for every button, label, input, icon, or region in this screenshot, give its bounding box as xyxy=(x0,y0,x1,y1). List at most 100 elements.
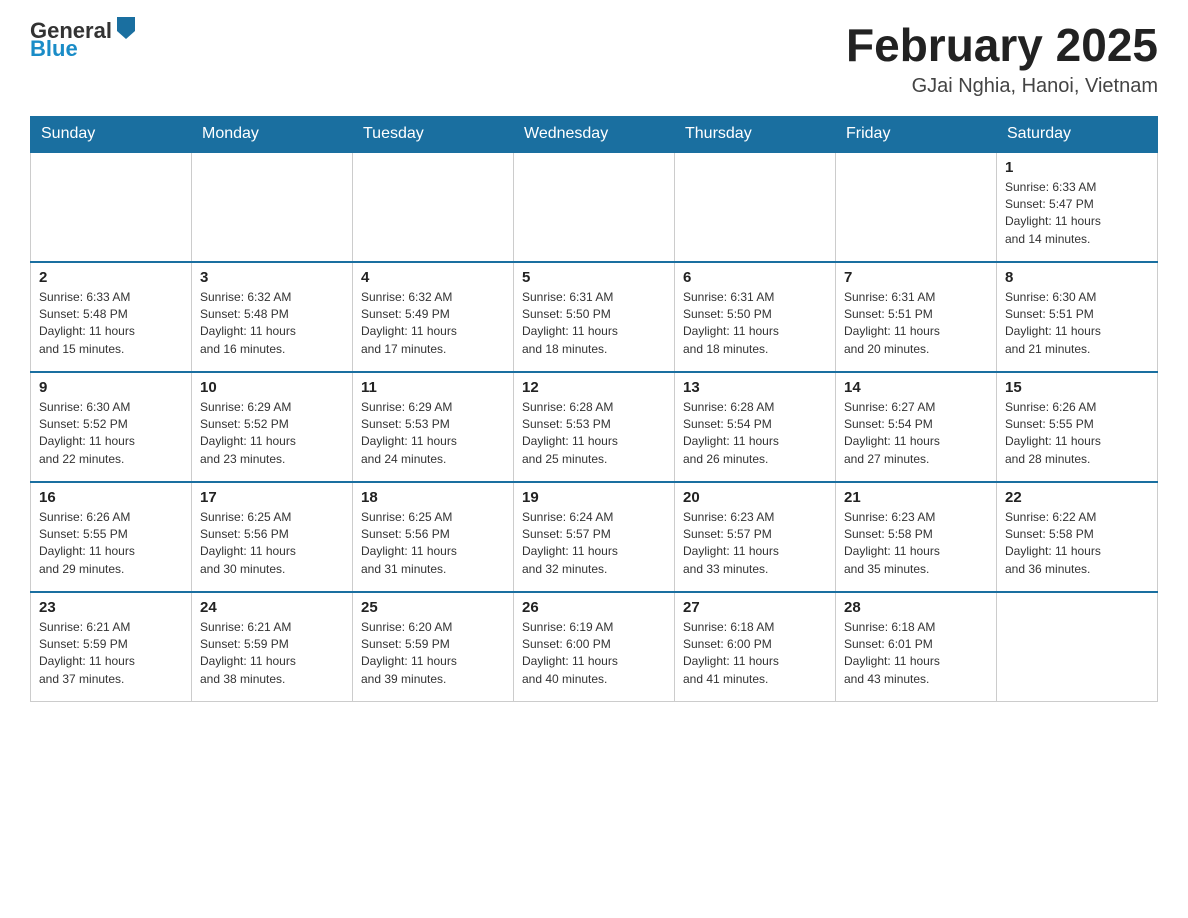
calendar-cell: 8 Sunrise: 6:30 AM Sunset: 5:51 PM Daylig… xyxy=(997,262,1158,372)
calendar-cell: 7Sunrise: 6:31 AM Sunset: 5:51 PM Daylig… xyxy=(836,262,997,372)
day-info: Sunrise: 6:26 AM Sunset: 5:55 PM Dayligh… xyxy=(1005,399,1149,469)
day-info: Sunrise: 6:32 AM Sunset: 5:48 PM Dayligh… xyxy=(200,289,344,359)
day-info: Sunrise: 6:25 AM Sunset: 5:56 PM Dayligh… xyxy=(361,509,505,579)
calendar-cell: 25 Sunrise: 6:20 AM Sunset: 5:59 PM Dayli… xyxy=(353,592,514,702)
calendar-cell xyxy=(675,152,836,262)
calendar-cell: 3 Sunrise: 6:32 AM Sunset: 5:48 PM Daylig… xyxy=(192,262,353,372)
calendar-cell: 26 Sunrise: 6:19 AM Sunset: 6:00 PM Dayli… xyxy=(514,592,675,702)
day-info: Sunrise: 6:28 AM Sunset: 5:53 PM Dayligh… xyxy=(522,399,666,469)
calendar-cell: 23 Sunrise: 6:21 AM Sunset: 5:59 PM Dayli… xyxy=(31,592,192,702)
calendar-cell xyxy=(192,152,353,262)
page-header: General Blue February 2025 GJai Nghia, H… xyxy=(30,20,1158,98)
day-number: 16 xyxy=(39,489,183,506)
calendar-cell: 5Sunrise: 6:31 AM Sunset: 5:50 PM Daylig… xyxy=(514,262,675,372)
calendar-cell xyxy=(353,152,514,262)
calendar-cell: 22Sunrise: 6:22 AM Sunset: 5:58 PM Dayli… xyxy=(997,482,1158,592)
calendar-week-row: 23 Sunrise: 6:21 AM Sunset: 5:59 PM Dayli… xyxy=(31,592,1158,702)
calendar-cell: 27 Sunrise: 6:18 AM Sunset: 6:00 PM Dayli… xyxy=(675,592,836,702)
day-number: 18 xyxy=(361,489,505,506)
calendar-cell: 19 Sunrise: 6:24 AM Sunset: 5:57 PM Dayli… xyxy=(514,482,675,592)
day-number: 4 xyxy=(361,269,505,286)
calendar-cell xyxy=(31,152,192,262)
day-info: Sunrise: 6:31 AM Sunset: 5:50 PM Dayligh… xyxy=(683,289,827,359)
day-number: 11 xyxy=(361,379,505,396)
calendar-cell: 11 Sunrise: 6:29 AM Sunset: 5:53 PM Dayli… xyxy=(353,372,514,482)
calendar-cell: 20Sunrise: 6:23 AM Sunset: 5:57 PM Dayli… xyxy=(675,482,836,592)
calendar-cell: 1 Sunrise: 6:33 AM Sunset: 5:47 PM Daylig… xyxy=(997,152,1158,262)
calendar-header-row: SundayMondayTuesdayWednesdayThursdayFrid… xyxy=(31,116,1158,152)
col-header-wednesday: Wednesday xyxy=(514,116,675,152)
calendar-week-row: 2 Sunrise: 6:33 AM Sunset: 5:48 PM Daylig… xyxy=(31,262,1158,372)
logo: General Blue xyxy=(30,20,137,60)
day-number: 26 xyxy=(522,599,666,616)
day-number: 8 xyxy=(1005,269,1149,286)
day-number: 6 xyxy=(683,269,827,286)
day-info: Sunrise: 6:21 AM Sunset: 5:59 PM Dayligh… xyxy=(39,619,183,689)
day-number: 25 xyxy=(361,599,505,616)
calendar-cell: 14 Sunrise: 6:27 AM Sunset: 5:54 PM Dayli… xyxy=(836,372,997,482)
day-info: Sunrise: 6:27 AM Sunset: 5:54 PM Dayligh… xyxy=(844,399,988,469)
day-number: 12 xyxy=(522,379,666,396)
day-number: 13 xyxy=(683,379,827,396)
calendar-cell xyxy=(514,152,675,262)
logo-flag-icon xyxy=(115,17,137,39)
day-info: Sunrise: 6:28 AM Sunset: 5:54 PM Dayligh… xyxy=(683,399,827,469)
day-info: Sunrise: 6:29 AM Sunset: 5:52 PM Dayligh… xyxy=(200,399,344,469)
day-number: 7 xyxy=(844,269,988,286)
calendar-week-row: 9 Sunrise: 6:30 AM Sunset: 5:52 PM Daylig… xyxy=(31,372,1158,482)
calendar-week-row: 1 Sunrise: 6:33 AM Sunset: 5:47 PM Daylig… xyxy=(31,152,1158,262)
title-section: February 2025 GJai Nghia, Hanoi, Vietnam xyxy=(846,20,1158,98)
day-number: 2 xyxy=(39,269,183,286)
calendar-cell: 24 Sunrise: 6:21 AM Sunset: 5:59 PM Dayli… xyxy=(192,592,353,702)
col-header-sunday: Sunday xyxy=(31,116,192,152)
calendar-cell: 17 Sunrise: 6:25 AM Sunset: 5:56 PM Dayli… xyxy=(192,482,353,592)
col-header-monday: Monday xyxy=(192,116,353,152)
location-subtitle: GJai Nghia, Hanoi, Vietnam xyxy=(846,75,1158,98)
day-info: Sunrise: 6:33 AM Sunset: 5:48 PM Dayligh… xyxy=(39,289,183,359)
calendar-cell: 9 Sunrise: 6:30 AM Sunset: 5:52 PM Daylig… xyxy=(31,372,192,482)
col-header-friday: Friday xyxy=(836,116,997,152)
day-info: Sunrise: 6:18 AM Sunset: 6:00 PM Dayligh… xyxy=(683,619,827,689)
calendar-cell xyxy=(836,152,997,262)
day-info: Sunrise: 6:30 AM Sunset: 5:51 PM Dayligh… xyxy=(1005,289,1149,359)
day-number: 10 xyxy=(200,379,344,396)
calendar-cell: 2 Sunrise: 6:33 AM Sunset: 5:48 PM Daylig… xyxy=(31,262,192,372)
day-number: 23 xyxy=(39,599,183,616)
day-number: 1 xyxy=(1005,159,1149,176)
day-number: 24 xyxy=(200,599,344,616)
col-header-thursday: Thursday xyxy=(675,116,836,152)
day-info: Sunrise: 6:33 AM Sunset: 5:47 PM Dayligh… xyxy=(1005,179,1149,249)
day-number: 22 xyxy=(1005,489,1149,506)
col-header-tuesday: Tuesday xyxy=(353,116,514,152)
calendar-cell: 18 Sunrise: 6:25 AM Sunset: 5:56 PM Dayli… xyxy=(353,482,514,592)
calendar-cell: 10 Sunrise: 6:29 AM Sunset: 5:52 PM Dayli… xyxy=(192,372,353,482)
calendar-cell: 12 Sunrise: 6:28 AM Sunset: 5:53 PM Dayli… xyxy=(514,372,675,482)
day-info: Sunrise: 6:29 AM Sunset: 5:53 PM Dayligh… xyxy=(361,399,505,469)
day-info: Sunrise: 6:23 AM Sunset: 5:57 PM Dayligh… xyxy=(683,509,827,579)
day-info: Sunrise: 6:23 AM Sunset: 5:58 PM Dayligh… xyxy=(844,509,988,579)
day-number: 3 xyxy=(200,269,344,286)
day-info: Sunrise: 6:20 AM Sunset: 5:59 PM Dayligh… xyxy=(361,619,505,689)
logo-blue-text: Blue xyxy=(30,38,137,60)
day-number: 9 xyxy=(39,379,183,396)
day-info: Sunrise: 6:30 AM Sunset: 5:52 PM Dayligh… xyxy=(39,399,183,469)
col-header-saturday: Saturday xyxy=(997,116,1158,152)
day-info: Sunrise: 6:24 AM Sunset: 5:57 PM Dayligh… xyxy=(522,509,666,579)
day-number: 27 xyxy=(683,599,827,616)
calendar-cell: 13 Sunrise: 6:28 AM Sunset: 5:54 PM Dayli… xyxy=(675,372,836,482)
day-number: 28 xyxy=(844,599,988,616)
day-number: 17 xyxy=(200,489,344,506)
month-title: February 2025 xyxy=(846,20,1158,71)
calendar-cell: 21Sunrise: 6:23 AM Sunset: 5:58 PM Dayli… xyxy=(836,482,997,592)
day-number: 19 xyxy=(522,489,666,506)
day-info: Sunrise: 6:32 AM Sunset: 5:49 PM Dayligh… xyxy=(361,289,505,359)
calendar-table: SundayMondayTuesdayWednesdayThursdayFrid… xyxy=(30,116,1158,703)
calendar-cell: 15 Sunrise: 6:26 AM Sunset: 5:55 PM Dayli… xyxy=(997,372,1158,482)
day-number: 15 xyxy=(1005,379,1149,396)
day-info: Sunrise: 6:25 AM Sunset: 5:56 PM Dayligh… xyxy=(200,509,344,579)
day-info: Sunrise: 6:19 AM Sunset: 6:00 PM Dayligh… xyxy=(522,619,666,689)
day-number: 14 xyxy=(844,379,988,396)
day-info: Sunrise: 6:31 AM Sunset: 5:50 PM Dayligh… xyxy=(522,289,666,359)
calendar-cell: 6 Sunrise: 6:31 AM Sunset: 5:50 PM Daylig… xyxy=(675,262,836,372)
day-info: Sunrise: 6:21 AM Sunset: 5:59 PM Dayligh… xyxy=(200,619,344,689)
